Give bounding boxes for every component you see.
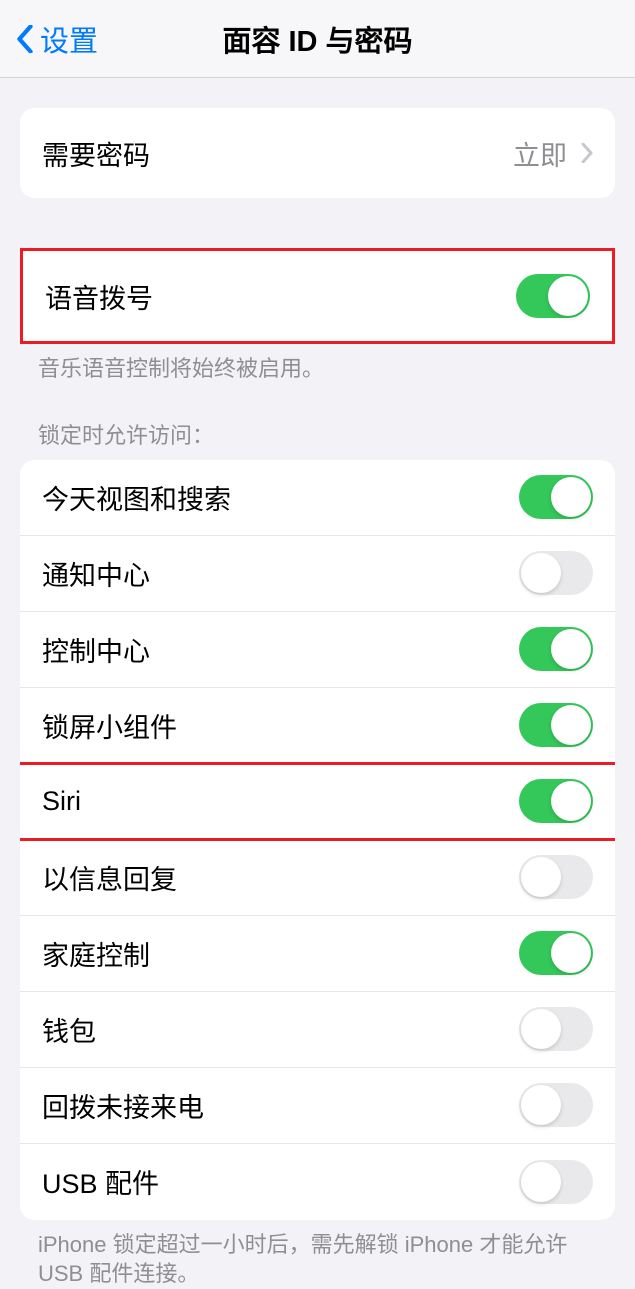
nav-bar: 设置 面容 ID 与密码 <box>0 0 635 78</box>
locked-access-header: 锁定时允许访问： <box>0 418 635 460</box>
row-usb-accessories: USB 配件 <box>20 1144 615 1220</box>
row-reply-message: 以信息回复 <box>20 840 615 916</box>
section-locked-access: 锁定时允许访问： 今天视图和搜索 通知中心 控制中心 锁屏小组件 Siri <box>0 418 635 1289</box>
row-today-view: 今天视图和搜索 <box>20 460 615 536</box>
today-view-label: 今天视图和搜索 <box>42 478 231 517</box>
reply-message-toggle[interactable] <box>519 855 593 899</box>
row-return-missed-calls: 回拨未接来电 <box>20 1068 615 1144</box>
back-label: 设置 <box>40 18 98 60</box>
return-missed-calls-label: 回拨未接来电 <box>42 1086 204 1125</box>
lock-screen-widgets-label: 锁屏小组件 <box>42 706 177 745</box>
row-control-center: 控制中心 <box>20 612 615 688</box>
voice-dial-label: 语音拨号 <box>45 277 153 316</box>
reply-message-label: 以信息回复 <box>42 858 177 897</box>
usb-accessories-toggle[interactable] <box>519 1160 593 1204</box>
section-require-passcode: 需要密码 立即 <box>0 108 635 198</box>
chevron-right-icon <box>581 143 593 163</box>
content: 需要密码 立即 语音拨号 音乐语音控制将始终被启用。 锁定时允许访问： <box>0 108 635 1289</box>
usb-accessories-label: USB 配件 <box>42 1162 159 1201</box>
require-passcode-label: 需要密码 <box>42 134 150 173</box>
row-wallet: 钱包 <box>20 992 615 1068</box>
row-home-control: 家庭控制 <box>20 916 615 992</box>
section-voice-dial: 语音拨号 音乐语音控制将始终被启用。 <box>0 248 635 384</box>
row-lock-screen-widgets: 锁屏小组件 <box>20 688 615 764</box>
wallet-label: 钱包 <box>42 1010 96 1049</box>
row-notification-center: 通知中心 <box>20 536 615 612</box>
home-control-label: 家庭控制 <box>42 934 150 973</box>
row-siri: Siri <box>20 764 615 840</box>
voice-dial-footer: 音乐语音控制将始终被启用。 <box>0 344 635 384</box>
chevron-left-icon <box>16 25 34 53</box>
control-center-label: 控制中心 <box>42 630 150 669</box>
voice-dial-toggle[interactable] <box>516 274 590 318</box>
page-title: 面容 ID 与密码 <box>222 18 412 60</box>
row-voice-dial: 语音拨号 <box>23 251 612 341</box>
siri-label: Siri <box>42 786 81 817</box>
home-control-toggle[interactable] <box>519 931 593 975</box>
wallet-toggle[interactable] <box>519 1007 593 1051</box>
today-view-toggle[interactable] <box>519 475 593 519</box>
toggle-knob <box>548 276 588 316</box>
row-require-passcode[interactable]: 需要密码 立即 <box>20 108 615 198</box>
back-button[interactable]: 设置 <box>16 18 98 60</box>
locked-access-footer: iPhone 锁定超过一小时后，需先解锁 iPhone 才能允许 USB 配件连… <box>0 1220 635 1289</box>
control-center-toggle[interactable] <box>519 627 593 671</box>
notification-center-toggle[interactable] <box>519 551 593 595</box>
siri-toggle[interactable] <box>519 779 593 823</box>
require-passcode-value: 立即 <box>513 134 593 173</box>
voice-dial-highlight: 语音拨号 <box>20 248 615 344</box>
lock-screen-widgets-toggle[interactable] <box>519 703 593 747</box>
return-missed-calls-toggle[interactable] <box>519 1083 593 1127</box>
notification-center-label: 通知中心 <box>42 554 150 593</box>
locked-access-group: 今天视图和搜索 通知中心 控制中心 锁屏小组件 Siri 以信息回复 <box>20 460 615 1220</box>
